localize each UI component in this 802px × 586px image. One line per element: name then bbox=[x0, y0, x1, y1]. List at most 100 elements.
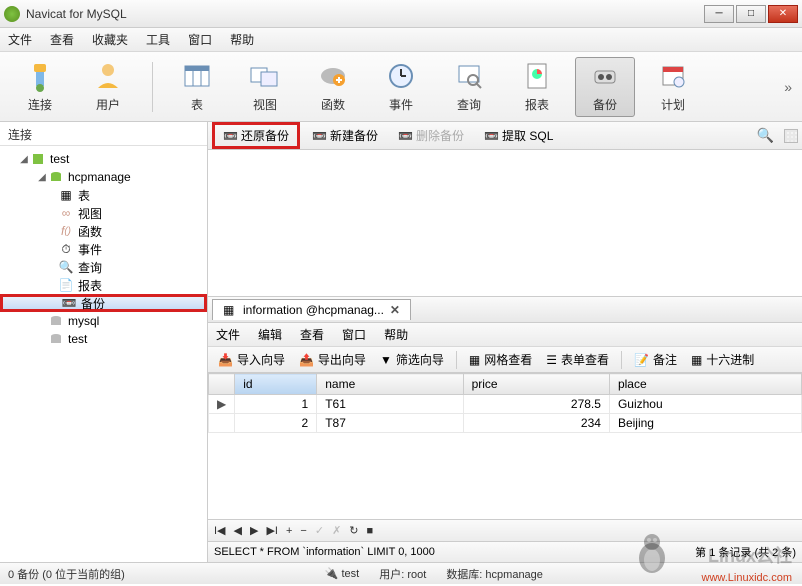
menu-window[interactable]: 窗口 bbox=[188, 31, 212, 48]
sql-text: SELECT * FROM `information` LIMIT 0, 100… bbox=[214, 546, 435, 558]
nav-commit-icon[interactable]: ✓ bbox=[315, 524, 324, 537]
tab-toolbar: 📥导入向导 📤导出向导 ▼筛选向导 ▦网格查看 ☰表单查看 📝备注 ▦十六进制 bbox=[208, 347, 802, 373]
nav-stop-icon[interactable]: ■ bbox=[367, 525, 374, 537]
menu-favorites[interactable]: 收藏夹 bbox=[92, 31, 128, 48]
database-icon bbox=[48, 331, 64, 347]
query-icon: 🔍 bbox=[58, 259, 74, 275]
col-price[interactable]: price bbox=[463, 374, 609, 395]
filter-wizard-button[interactable]: ▼筛选向导 bbox=[374, 349, 450, 370]
tree-views[interactable]: ∞视图 bbox=[0, 204, 207, 222]
tabmenu-help[interactable]: 帮助 bbox=[384, 326, 408, 343]
import-wizard-button[interactable]: 📥导入向导 bbox=[212, 349, 291, 370]
tree-db-hcpmanage[interactable]: ◢ hcpmanage bbox=[0, 168, 207, 186]
window-title: Navicat for MySQL bbox=[26, 7, 704, 21]
menu-help[interactable]: 帮助 bbox=[230, 31, 254, 48]
data-grid[interactable]: id name price place ▶ 1 T61 278.5 Guizho… bbox=[208, 373, 802, 520]
clock-icon bbox=[385, 60, 417, 92]
extract-sql-button[interactable]: 📼提取 SQL bbox=[476, 125, 561, 146]
form-icon: ☰ bbox=[546, 353, 557, 367]
tabmenu-file[interactable]: 文件 bbox=[216, 326, 240, 343]
new-backup-button[interactable]: 📼新建备份 bbox=[304, 125, 386, 146]
tabmenu-edit[interactable]: 编辑 bbox=[258, 326, 282, 343]
tree-events[interactable]: ⏱事件 bbox=[0, 240, 207, 258]
collapse-icon[interactable]: ◢ bbox=[18, 154, 30, 165]
tb-label: 连接 bbox=[28, 96, 52, 113]
tree-queries[interactable]: 🔍查询 bbox=[0, 258, 207, 276]
sidebar-header: 连接 bbox=[0, 122, 207, 146]
nav-delete-icon[interactable]: − bbox=[300, 525, 306, 537]
search-icon[interactable]: 🔍 bbox=[757, 127, 774, 144]
minimize-button[interactable]: ─ bbox=[704, 5, 734, 23]
tb-table[interactable]: 表 bbox=[167, 57, 227, 117]
tab-panel: ▦ information @hcpmanag... ✕ 文件 编辑 查看 窗口… bbox=[208, 296, 802, 562]
tb-function[interactable]: 函数 bbox=[303, 57, 363, 117]
tab-information[interactable]: ▦ information @hcpmanag... ✕ bbox=[212, 299, 411, 320]
report-icon bbox=[521, 60, 553, 92]
tree-functions[interactable]: f()函数 bbox=[0, 222, 207, 240]
connection-icon bbox=[30, 151, 46, 167]
content-area: 📼还原备份 📼新建备份 📼删除备份 📼提取 SQL 🔍 ▦ informatio… bbox=[208, 122, 802, 562]
user-icon bbox=[92, 60, 124, 92]
main-toolbar: 连接 用户 表 视图 函数 事件 查询 报表 备份 计划 » bbox=[0, 52, 802, 122]
row-header[interactable] bbox=[209, 374, 235, 395]
toolbar-overflow-icon[interactable]: » bbox=[784, 79, 792, 95]
delete-backup-button[interactable]: 📼删除备份 bbox=[390, 125, 472, 146]
table-row[interactable]: 2 T87 234 Beijing bbox=[209, 414, 802, 433]
status-count: 0 备份 (0 位于当前的组) bbox=[8, 566, 125, 582]
export-icon: 📤 bbox=[299, 353, 314, 367]
col-name[interactable]: name bbox=[317, 374, 463, 395]
grid-view-button[interactable]: ▦网格查看 bbox=[463, 349, 538, 370]
tree-db-mysql[interactable]: mysql bbox=[0, 312, 207, 330]
separator bbox=[456, 351, 457, 369]
view-icon: ∞ bbox=[58, 205, 74, 221]
tb-report[interactable]: 报表 bbox=[507, 57, 567, 117]
collapse-icon[interactable]: ◢ bbox=[36, 172, 48, 183]
tb-user[interactable]: 用户 bbox=[78, 57, 138, 117]
tabmenu-window[interactable]: 窗口 bbox=[342, 326, 366, 343]
menu-view[interactable]: 查看 bbox=[50, 31, 74, 48]
tree: ◢ test ◢ hcpmanage ▦表 ∞视图 f()函数 ⏱事件 🔍查询 … bbox=[0, 146, 207, 352]
table-icon: ▦ bbox=[58, 187, 74, 203]
nav-add-icon[interactable]: + bbox=[286, 525, 292, 537]
col-id[interactable]: id bbox=[235, 374, 317, 395]
nav-next-icon[interactable]: ▶ bbox=[250, 524, 258, 537]
menu-file[interactable]: 文件 bbox=[8, 31, 32, 48]
status-db: 数据库: hcpmanage bbox=[446, 566, 543, 582]
record-info: 第 1 条记录 (共 2 条) bbox=[695, 544, 796, 560]
maximize-button[interactable]: □ bbox=[736, 5, 766, 23]
tb-event[interactable]: 事件 bbox=[371, 57, 431, 117]
close-button[interactable]: ✕ bbox=[768, 5, 798, 23]
tb-view[interactable]: 视图 bbox=[235, 57, 295, 117]
nav-first-icon[interactable]: I◀ bbox=[214, 524, 226, 537]
nav-cancel-icon[interactable]: ✗ bbox=[332, 524, 341, 537]
menu-tools[interactable]: 工具 bbox=[146, 31, 170, 48]
form-view-button[interactable]: ☰表单查看 bbox=[540, 349, 615, 370]
restore-backup-button[interactable]: 📼还原备份 bbox=[212, 122, 300, 149]
tabmenu-view[interactable]: 查看 bbox=[300, 326, 324, 343]
col-place[interactable]: place bbox=[609, 374, 801, 395]
table-icon: ▦ bbox=[223, 303, 237, 317]
tree-tables[interactable]: ▦表 bbox=[0, 186, 207, 204]
tree-backups[interactable]: 📼备份 bbox=[0, 294, 207, 312]
view-mode-icon[interactable] bbox=[784, 129, 798, 143]
tb-connection[interactable]: 连接 bbox=[10, 57, 70, 117]
tb-backup[interactable]: 备份 bbox=[575, 57, 635, 117]
tb-schedule[interactable]: 计划 bbox=[643, 57, 703, 117]
tb-query[interactable]: 查询 bbox=[439, 57, 499, 117]
tree-reports[interactable]: 📄报表 bbox=[0, 276, 207, 294]
nav-last-icon[interactable]: ▶I bbox=[266, 524, 278, 537]
nav-refresh-icon[interactable]: ↻ bbox=[349, 524, 358, 537]
memo-button[interactable]: 📝备注 bbox=[628, 349, 683, 370]
clock-icon: ⏱ bbox=[58, 241, 74, 257]
titlebar: Navicat for MySQL ─ □ ✕ bbox=[0, 0, 802, 28]
tab-close-icon[interactable]: ✕ bbox=[390, 303, 400, 317]
export-wizard-button[interactable]: 📤导出向导 bbox=[293, 349, 372, 370]
tree-connection-test[interactable]: ◢ test bbox=[0, 150, 207, 168]
nav-prev-icon[interactable]: ◀ bbox=[234, 524, 242, 537]
hex-button[interactable]: ▦十六进制 bbox=[685, 349, 760, 370]
backup-icon: 📼 bbox=[61, 295, 77, 311]
tree-db-test[interactable]: test bbox=[0, 330, 207, 348]
status-bar: 0 备份 (0 位于当前的组) 🔌 test 用户: root 数据库: hcp… bbox=[0, 562, 802, 584]
database-icon bbox=[48, 169, 64, 185]
table-row[interactable]: ▶ 1 T61 278.5 Guizhou bbox=[209, 395, 802, 414]
